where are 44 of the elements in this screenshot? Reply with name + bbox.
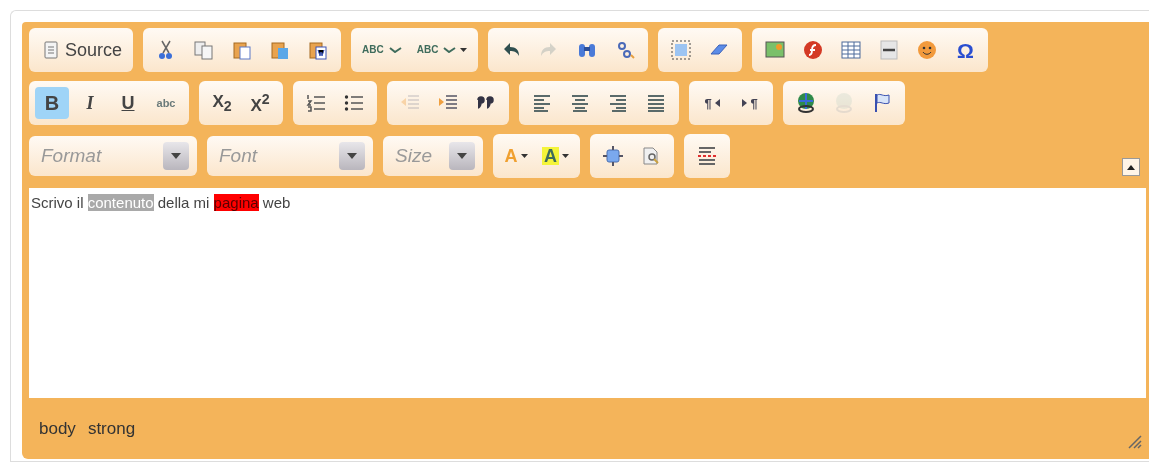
element-path-link[interactable]: strong — [87, 418, 136, 439]
bgcolor-button[interactable]: A — [537, 140, 574, 172]
select-all-icon — [670, 39, 693, 61]
char-button[interactable]: Ω — [948, 34, 983, 66]
source-button[interactable]: Source — [35, 34, 128, 66]
align-left-icon — [531, 92, 553, 114]
globe-link-icon — [795, 92, 817, 114]
resize-grip-icon[interactable] — [1126, 433, 1142, 449]
caret-icon — [520, 154, 528, 158]
bulleted-list-icon — [343, 92, 365, 114]
smiley-icon — [916, 39, 939, 61]
unlink-icon — [833, 92, 855, 114]
image-icon — [764, 39, 787, 61]
collapse-toolbar-button[interactable] — [1122, 158, 1140, 176]
spell-button[interactable]: ABC — [357, 34, 408, 66]
table-icon — [840, 39, 863, 61]
script-button[interactable]: X$^{2}$ — [243, 87, 277, 119]
underline-button[interactable]: U — [111, 87, 145, 119]
strike-button[interactable]: abc — [149, 87, 183, 119]
page-break-icon — [696, 145, 718, 167]
maximize-icon — [602, 145, 624, 167]
clipboard-icon — [307, 39, 330, 61]
align-center-icon — [569, 92, 591, 114]
clipboard-icon — [231, 39, 254, 61]
numbered-list-icon — [305, 92, 327, 114]
triangle-icon — [714, 99, 720, 107]
script-button[interactable]: X$_{2}$ — [205, 87, 239, 119]
caret-icon — [562, 154, 569, 158]
triangle-icon — [742, 99, 748, 107]
copy-icon — [193, 39, 216, 61]
justify-icon — [645, 92, 667, 114]
rtl-button[interactable]: ¶ — [733, 87, 767, 119]
caret-icon — [1127, 164, 1135, 170]
spellmenu-button[interactable]: ABC — [411, 34, 473, 66]
align-right-icon — [607, 92, 629, 114]
bold-button[interactable]: B — [35, 87, 69, 119]
editing-area[interactable]: Scrivo il contenuto della mi pagina web — [29, 188, 1146, 398]
italic-button[interactable]: I — [73, 87, 107, 119]
ltr-button[interactable]: ¶ — [695, 87, 729, 119]
caret-icon — [460, 48, 468, 52]
flash-icon — [802, 39, 825, 61]
checkmark-icon — [441, 47, 458, 53]
body-text: Scrivo il contenuto della mi pagina web — [31, 194, 292, 211]
element-path-link[interactable]: body — [39, 418, 76, 439]
